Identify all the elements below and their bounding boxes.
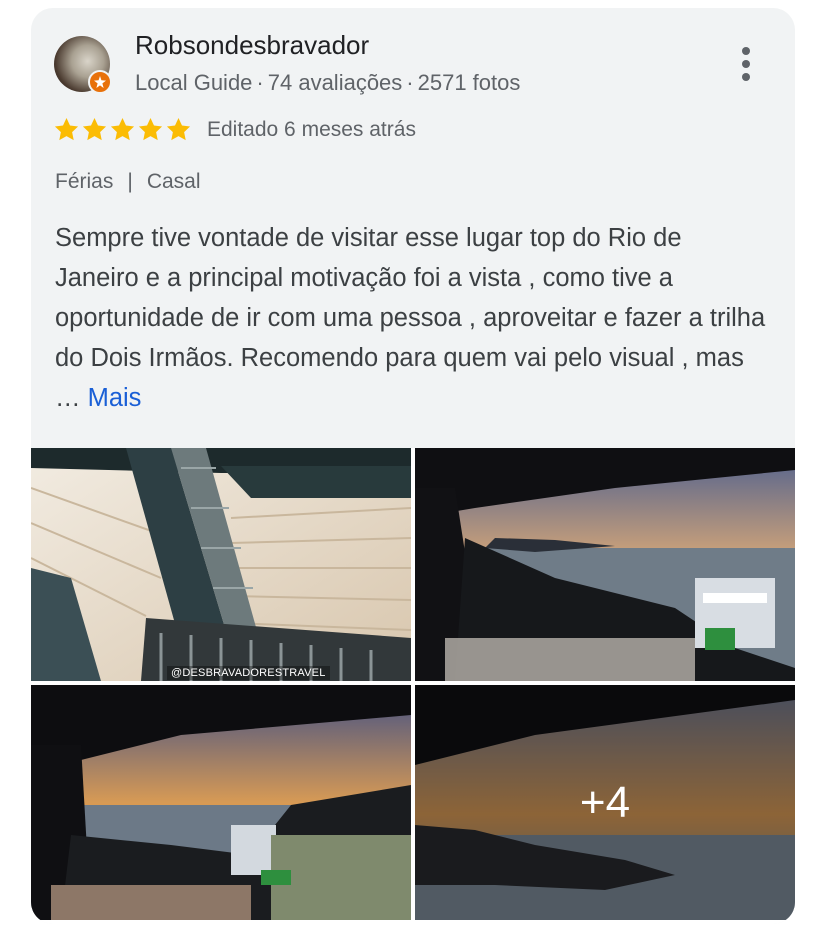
star-icon <box>82 118 107 141</box>
edited-timestamp: Editado 6 meses atrás <box>207 118 416 141</box>
more-vert-icon <box>742 47 750 81</box>
review-card: Robsondesbravador Local Guide · 74 avaliaç… <box>31 8 795 924</box>
tag-separator: | <box>127 170 133 193</box>
tag-companion: Casal <box>146 170 201 193</box>
read-more-link[interactable]: Mais <box>88 384 142 412</box>
review-text: Sempre tive vontade de visitar esse luga… <box>55 218 770 418</box>
local-guide-badge-icon <box>88 70 112 94</box>
review-photo-4[interactable]: +4 <box>415 685 795 920</box>
star-icon <box>110 118 135 141</box>
more-options-button[interactable] <box>731 44 761 84</box>
photo-grid: @DESBRAVADORESTRAVEL +4 <box>31 448 795 924</box>
star-icon <box>54 118 79 141</box>
more-photos-count[interactable]: +4 <box>415 685 795 920</box>
author-level: Local Guide <box>135 70 253 95</box>
review-photo-2[interactable] <box>415 448 795 681</box>
photo-watermark: @DESBRAVADORESTRAVEL <box>167 666 330 680</box>
review-photo-1[interactable]: @DESBRAVADORESTRAVEL <box>31 448 411 681</box>
reviews-count: 74 avaliações <box>267 70 403 95</box>
photos-count: 2571 fotos <box>417 70 521 95</box>
star-rating <box>53 116 192 143</box>
tag-trip-type: Férias <box>55 170 114 193</box>
author-name[interactable]: Robsondesbravador <box>135 30 369 61</box>
star-icon <box>138 118 163 141</box>
avatar[interactable] <box>54 36 112 94</box>
author-meta: Local Guide · 74 avaliações · 2571 fotos <box>135 70 521 95</box>
review-photo-3[interactable] <box>31 685 411 920</box>
review-tags: Férias | Casal <box>55 170 201 194</box>
star-icon <box>166 118 191 141</box>
review-body: Sempre tive vontade de visitar esse luga… <box>55 224 766 412</box>
